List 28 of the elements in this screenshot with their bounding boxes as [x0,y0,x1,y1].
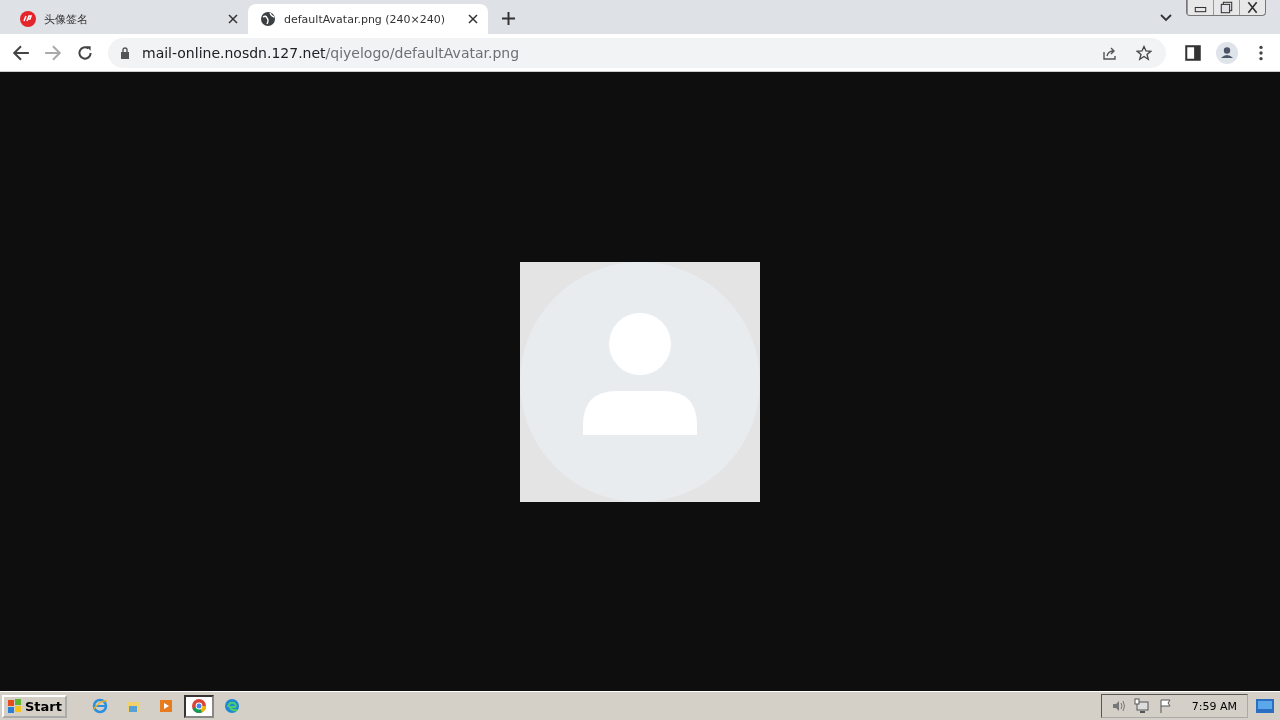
address-bar[interactable]: mail-online.nosdn.127.net/qiyelogo/defaultAvatar.png [108,37,1166,68]
chrome-browser-icon [191,698,207,714]
new-tab-icon[interactable] [502,12,515,25]
browser-tab[interactable]: 头像签名 [8,4,248,34]
clock-text[interactable]: 7:59 AM [1191,699,1237,713]
tab-title: defaultAvatar.png (240×240) [284,12,447,26]
network-icon[interactable] [1133,698,1150,714]
side-panel-icon[interactable] [1184,43,1202,62]
tab-title: 头像签名 [44,11,89,27]
wave-browser-icon [224,698,240,714]
taskbar-button[interactable] [184,694,214,718]
star-icon[interactable] [1136,44,1152,61]
globe-icon [260,11,276,27]
url-text: mail-online.nosdn.127.net/qiyelogo/defaultAvatar.png [142,44,520,61]
browser-e-icon [92,698,108,714]
start-button[interactable]: Start [2,694,67,718]
close-icon[interactable] [228,14,238,24]
flag-icon[interactable] [1157,698,1174,714]
chevron-down-icon[interactable] [1160,14,1172,22]
windows-logo-icon [7,698,23,714]
close-icon[interactable] [468,14,478,24]
back-icon[interactable] [12,43,30,62]
logo-icon [20,11,36,27]
lock-icon [120,46,130,59]
profile-icon[interactable] [1216,41,1238,64]
reload-icon[interactable] [76,43,94,62]
browser-tab[interactable]: defaultAvatar.png (240×240) [248,4,488,34]
play-icon [158,698,174,714]
